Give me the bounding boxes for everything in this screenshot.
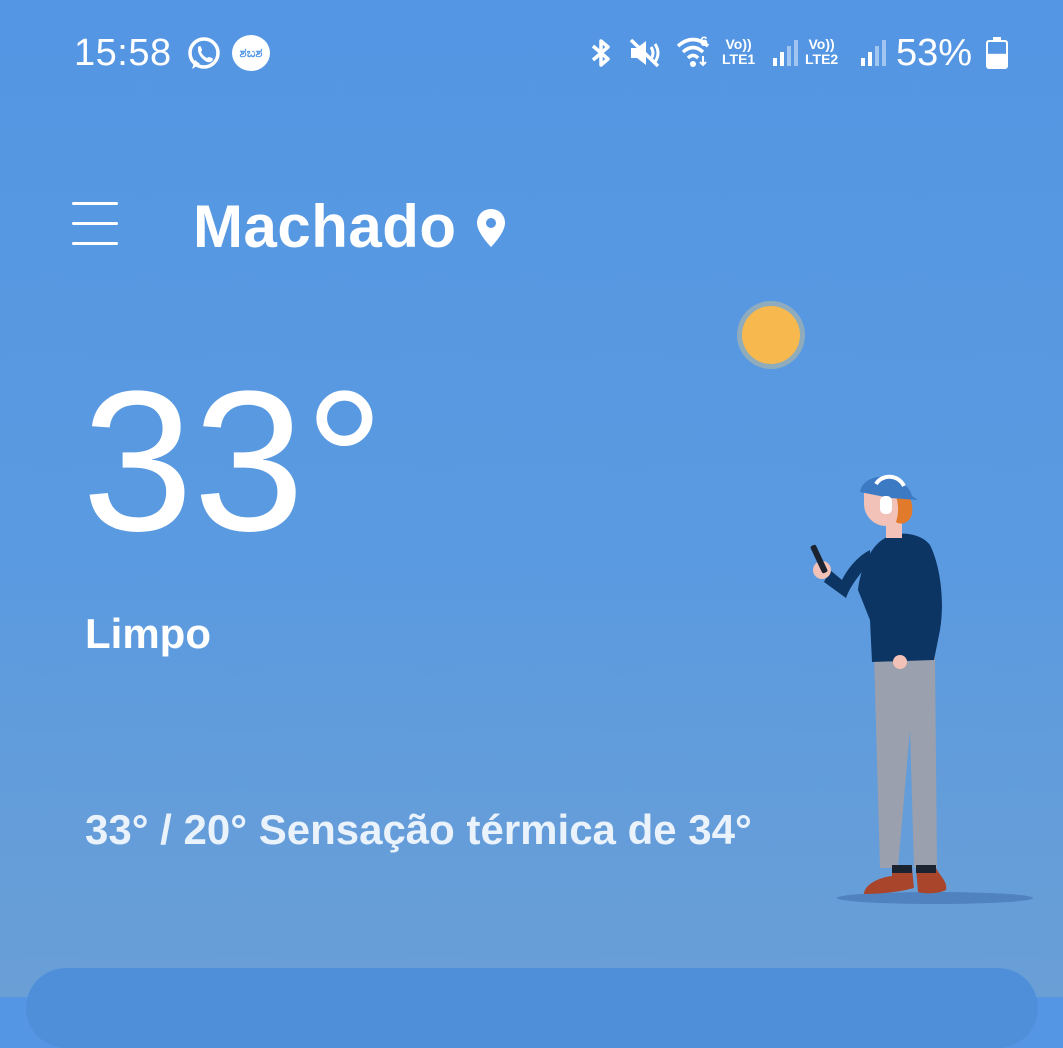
- menu-button[interactable]: [70, 200, 122, 250]
- forecast-card[interactable]: [26, 968, 1038, 1048]
- location-title[interactable]: Machado: [193, 192, 457, 261]
- temperature-details: 33° / 20° Sensação térmica de 34°: [85, 806, 752, 853]
- sim1-volte-bottom: LTE1: [722, 51, 756, 67]
- bluetooth-icon: [587, 37, 615, 74]
- battery-level-fill: [988, 53, 1006, 68]
- sun-icon: [736, 300, 806, 370]
- whatsapp-icon: [185, 35, 223, 78]
- sim1-volte-top: Vo)): [725, 36, 752, 52]
- weather-condition: Limpo: [85, 610, 211, 657]
- sim2-volte-label: Vo)) LTE2: [805, 37, 838, 67]
- sim1-volte-label: Vo)) LTE1: [722, 37, 755, 67]
- status-time: 15:58: [74, 32, 172, 74]
- sim2-volte-bottom: LTE2: [805, 51, 839, 67]
- vibrate-mute-icon: [628, 37, 662, 74]
- signal-icon: [860, 38, 888, 73]
- location-pin-icon: [474, 207, 508, 254]
- wifi-standard-label: 6: [700, 33, 708, 49]
- app-badge-icon: ಶಬಶ: [232, 35, 270, 71]
- battery-percentage: 53%: [896, 32, 973, 74]
- signal-icon: [772, 38, 800, 73]
- person-illustration: [800, 470, 1040, 915]
- status-bar: 15:58 ಶಬಶ 6 Vo)) LTE1 Vo)) LTE2 53%: [0, 0, 1063, 108]
- battery-icon: [985, 37, 1009, 74]
- current-temperature: 33°: [82, 350, 385, 573]
- sim2-volte-top: Vo)): [808, 36, 835, 52]
